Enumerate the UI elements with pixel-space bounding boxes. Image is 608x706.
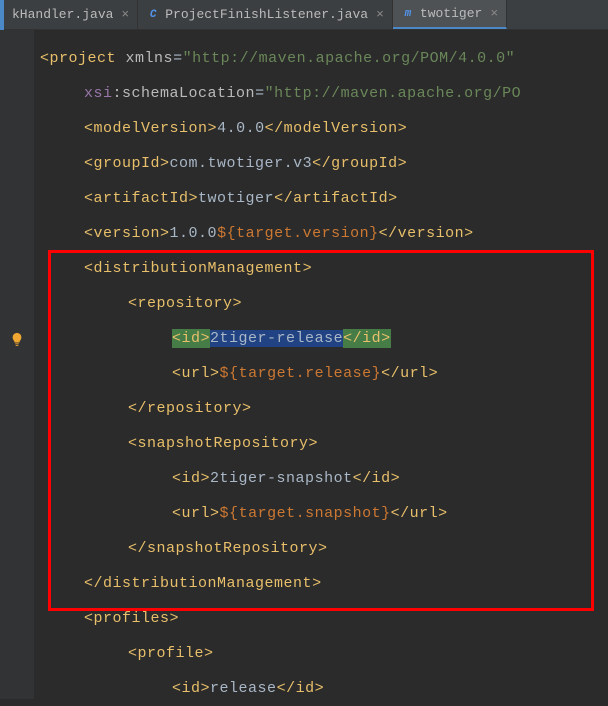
code-editor[interactable]: <project xmlns="http://maven.apache.org/… (34, 30, 521, 699)
java-icon: C (146, 8, 160, 22)
tab-handler[interactable]: kHandler.java × (4, 0, 138, 29)
tab-label: kHandler.java (12, 7, 113, 22)
maven-icon: m (401, 7, 415, 21)
editor-area: <project xmlns="http://maven.apache.org/… (0, 30, 608, 699)
close-icon[interactable]: × (490, 6, 498, 21)
lightbulb-icon[interactable] (10, 332, 24, 346)
close-icon[interactable]: × (121, 7, 129, 22)
tab-twotiger[interactable]: m twotiger × (393, 0, 507, 29)
tab-listener[interactable]: C ProjectFinishListener.java × (138, 0, 393, 29)
tab-bar: kHandler.java × C ProjectFinishListener.… (0, 0, 608, 30)
gutter (0, 30, 34, 699)
close-icon[interactable]: × (376, 7, 384, 22)
tab-label: ProjectFinishListener.java (165, 7, 368, 22)
tab-label: twotiger (420, 6, 482, 21)
